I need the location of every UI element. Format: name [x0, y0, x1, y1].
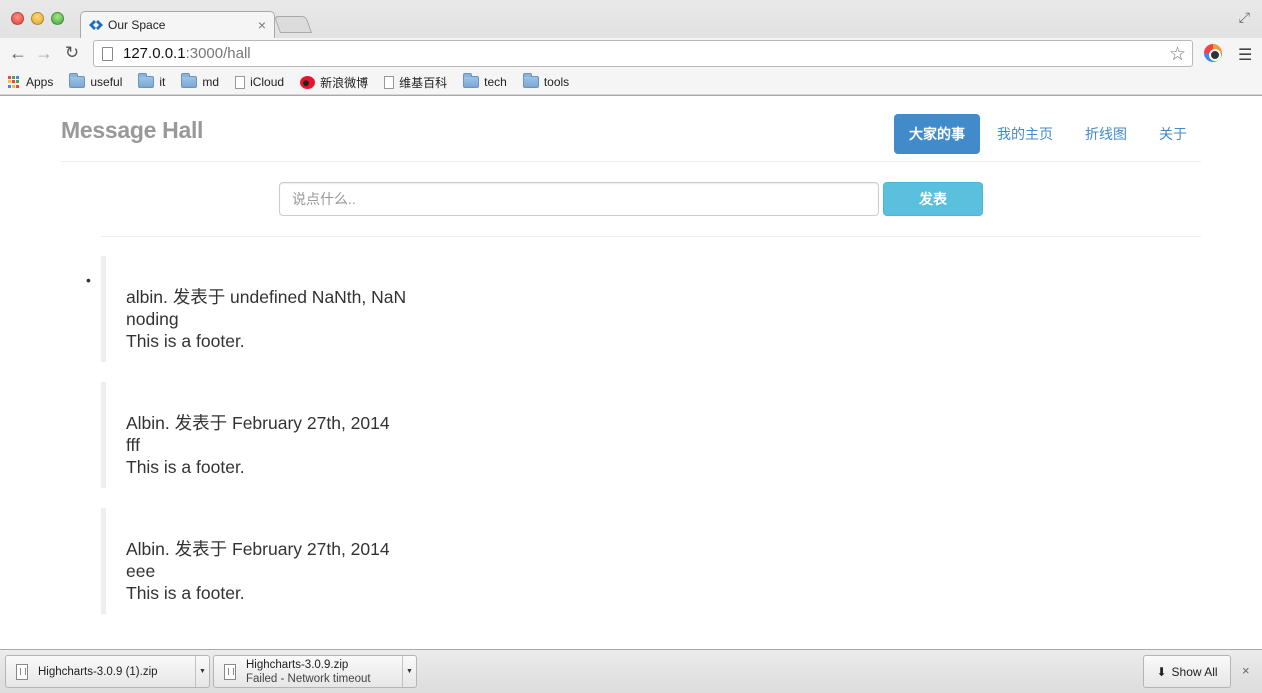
browser-tab[interactable]: Our Space × [80, 11, 275, 38]
message-text: noding [126, 309, 179, 329]
url-host: 127.0.0.1 [123, 45, 186, 62]
page-icon [384, 75, 395, 89]
download-status: Failed - Network timeout [246, 672, 371, 685]
bookmark-label: 新浪微博 [320, 75, 369, 90]
extension-icon[interactable] [1204, 44, 1222, 62]
page-content: Message Hall 大家的事 我的主页 折线图 关于 发表 • albin… [0, 96, 1262, 649]
folder-icon [181, 73, 198, 88]
list-item: Albin. 发表于 February 27th, 2014 eee This … [101, 508, 501, 614]
message-meta: Albin. 发表于 February 27th, 2014 [126, 413, 390, 433]
fullscreen-icon[interactable]: ⤢ [1239, 9, 1250, 26]
list-item: albin. 发表于 undefined NaNth, NaN noding T… [101, 256, 501, 362]
folder-icon [138, 73, 155, 88]
message-list: albin. 发表于 undefined NaNth, NaN noding T… [101, 256, 501, 634]
nav-item-line-chart[interactable]: 折线图 [1070, 114, 1142, 154]
folder-icon [522, 73, 539, 88]
close-shelf-icon[interactable]: × [1242, 663, 1250, 678]
bookmark-label: useful [90, 75, 123, 89]
message-meta: albin. 发表于 undefined NaNth, NaN [126, 287, 407, 307]
show-all-downloads-button[interactable]: ⬇ Show All [1143, 655, 1231, 688]
bookmark-label: it [159, 75, 166, 89]
tab-close-icon[interactable]: × [258, 17, 266, 33]
back-arrow-icon[interactable]: ← [8, 44, 28, 62]
publish-button[interactable]: 发表 [883, 182, 983, 216]
window-controls [11, 12, 64, 25]
message-meta: Albin. 发表于 February 27th, 2014 [126, 539, 390, 559]
bookmark-label: 维基百科 [399, 75, 448, 90]
bookmark-apps[interactable]: Apps [8, 75, 53, 89]
close-window-button[interactable] [11, 12, 24, 25]
page-icon [102, 46, 113, 61]
bookmark-label: tools [543, 75, 570, 89]
bookmark-star-icon[interactable]: ☆ [1169, 43, 1186, 66]
reload-icon[interactable]: ↻ [62, 44, 82, 62]
message-footer: This is a footer. [126, 457, 245, 477]
forward-arrow-icon[interactable]: → [34, 44, 54, 62]
bookmark-md[interactable]: md [181, 73, 220, 89]
message-input[interactable] [279, 182, 879, 216]
apps-grid-icon [8, 75, 21, 89]
bookmark-tech[interactable]: tech [463, 73, 507, 89]
zoom-window-button[interactable] [51, 12, 64, 25]
header-divider [61, 161, 1201, 162]
message-footer: This is a footer. [126, 583, 245, 603]
zip-file-icon [16, 663, 28, 680]
nav-item-about[interactable]: 关于 [1144, 114, 1202, 154]
minimize-window-button[interactable] [31, 12, 44, 25]
site-brand[interactable]: Message Hall [61, 117, 203, 144]
download-text: Highcharts-3.0.9.zip Failed - Network ti… [246, 658, 371, 686]
bookmark-label: md [202, 75, 220, 89]
bookmark-it[interactable]: it [138, 73, 166, 89]
bookmark-label: iCloud [250, 75, 285, 89]
post-form: 发表 [279, 182, 983, 216]
message-footer: This is a footer. [126, 331, 245, 351]
weibo-icon [300, 75, 316, 89]
download-shelf: Highcharts-3.0.9 (1).zip ▼ Highcharts-3.… [0, 649, 1262, 693]
new-tab-button[interactable] [273, 16, 313, 33]
bookmarks-bar: Apps useful it md iCloud 新浪微博 维基百科 tech [0, 70, 1262, 94]
browser-toolbar: ← → ↻ 127.0.0.1:3000/hall ☆ ☰ [0, 38, 1262, 70]
nav-item-my-home[interactable]: 我的主页 [982, 114, 1068, 154]
list-item: Albin. 发表于 February 27th, 2014 fff This … [101, 382, 501, 488]
address-bar[interactable]: 127.0.0.1:3000/hall ☆ [93, 40, 1193, 67]
page-icon [235, 75, 246, 89]
browser-chrome: Our Space × ⤢ ← → ↻ 127.0.0.1:3000/hall … [0, 0, 1262, 96]
form-divider [101, 236, 1201, 237]
main-nav: 大家的事 我的主页 折线图 关于 [892, 114, 1202, 154]
tab-title: Our Space [108, 18, 166, 32]
browser-menu-icon[interactable]: ☰ [1238, 45, 1252, 65]
folder-icon [69, 73, 86, 88]
bookmark-wikipedia[interactable]: 维基百科 [384, 74, 447, 91]
folder-icon [463, 73, 480, 88]
download-item[interactable]: Highcharts-3.0.9.zip Failed - Network ti… [213, 655, 417, 688]
bookmark-label: Apps [26, 75, 54, 89]
bookmark-useful[interactable]: useful [69, 73, 123, 89]
message-text: fff [126, 435, 140, 455]
download-text: Highcharts-3.0.9 (1).zip [38, 665, 158, 679]
tab-favicon-icon [89, 18, 103, 32]
download-filename: Highcharts-3.0.9 (1).zip [38, 665, 158, 678]
message-text: eee [126, 561, 156, 581]
nav-item-everyone[interactable]: 大家的事 [894, 114, 980, 154]
download-menu-arrow-icon[interactable]: ▼ [195, 656, 209, 687]
list-bullet: • [86, 272, 91, 288]
bookmark-label: tech [484, 75, 507, 89]
show-all-label: Show All [1171, 664, 1218, 679]
zip-file-icon [224, 663, 236, 680]
url-path: :3000/hall [185, 45, 251, 62]
download-menu-arrow-icon[interactable]: ▼ [402, 656, 416, 687]
bookmark-tools[interactable]: tools [522, 73, 570, 89]
download-filename: Highcharts-3.0.9.zip [246, 658, 349, 671]
download-arrow-icon: ⬇ [1156, 664, 1167, 679]
bookmark-icloud[interactable]: iCloud [235, 75, 284, 89]
bookmark-weibo[interactable]: 新浪微博 [300, 74, 368, 91]
download-item[interactable]: Highcharts-3.0.9 (1).zip ▼ [5, 655, 210, 688]
